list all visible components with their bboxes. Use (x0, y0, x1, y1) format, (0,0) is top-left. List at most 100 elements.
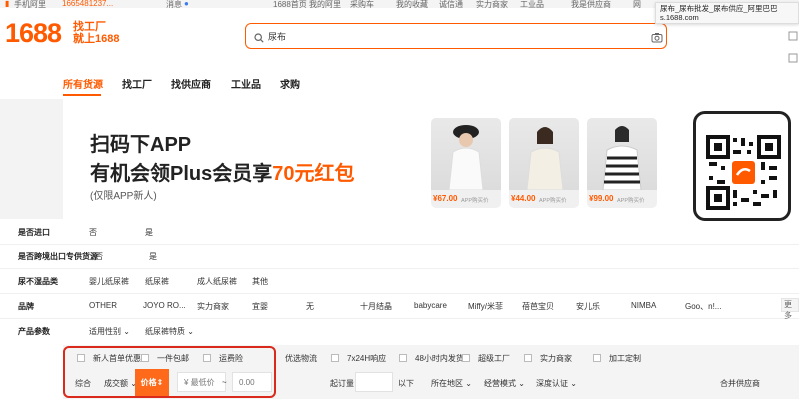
brand-option[interactable]: NIMBA (631, 301, 656, 310)
search-box[interactable] (245, 23, 667, 49)
topbar-messages[interactable]: 消息 (166, 0, 182, 8)
filter-row-brand: 品牌 OTHER JOYO RO... 实力商家 宜婴 无 十月结晶 babyc… (0, 293, 799, 319)
tab-industrial[interactable]: 工业品 (231, 76, 261, 91)
brand-option[interactable]: JOYO RO... (143, 301, 186, 310)
chevron-down-icon: ⌄ (570, 379, 577, 388)
tab-find-supplier[interactable]: 找供应商 (171, 76, 211, 91)
filter-option[interactable]: 是 (149, 251, 157, 262)
highlight-box (63, 346, 276, 398)
slogan: 找工厂 就上1688 (73, 21, 119, 45)
checkbox-custom-processing[interactable]: 加工定制 (593, 353, 641, 364)
slogan-line2: 就上1688 (73, 33, 120, 45)
brand-option[interactable]: 蓓芭宝贝 (522, 301, 554, 312)
filter-option[interactable]: 纸尿裤 (145, 276, 169, 287)
checkbox-icon (462, 354, 470, 362)
filter-option[interactable]: 否 (95, 251, 103, 262)
filter-label: 尿不湿品类 (18, 277, 58, 286)
brand-option[interactable]: 实力商家 (197, 301, 229, 312)
slogan-line1: 找工厂 (73, 21, 106, 33)
mobile-icon[interactable]: ▮ (5, 0, 9, 8)
filter-option[interactable]: 是 (145, 227, 153, 238)
moq-suffix: 以下 (398, 379, 414, 388)
filter-label: 是否跨境出口专供货源 (18, 252, 98, 261)
product-price-tag: APP购买价 (461, 198, 489, 204)
checkbox-super-factory[interactable]: 超级工厂 (462, 353, 510, 364)
product-price: ¥67.00 (433, 194, 458, 203)
filter-label: 品牌 (18, 302, 34, 311)
topbar-chengxintong[interactable]: 诚信通 (439, 0, 463, 8)
business-mode-dropdown[interactable]: 经营模式 ⌄ (484, 378, 525, 389)
product-price: ¥44.00 (511, 194, 536, 203)
camera-search-icon[interactable] (651, 30, 663, 48)
param-dropdown[interactable]: 纸尿裤特质 ⌄ (145, 326, 194, 337)
logo[interactable]: 1688 (5, 18, 62, 49)
checkbox-48h-shipping[interactable]: 48小时内发货 (399, 353, 464, 364)
checkbox-strong-merchant[interactable]: 实力商家 (524, 353, 572, 364)
topbar-site-nav[interactable]: 网 (633, 0, 641, 8)
tab-purchase-request[interactable]: 求购 (280, 76, 300, 91)
param-dropdown[interactable]: 适用性别 ⌄ (89, 326, 130, 337)
category-nav: 所有货源 找工厂 找供应商 工业品 求购 (0, 63, 799, 99)
promo-product-1[interactable]: ¥67.00 APP购买价 (431, 118, 501, 208)
filter-row-cross-border: 是否跨境出口专供货源 否 是 (0, 243, 799, 269)
product-price-tag: APP购买价 (539, 198, 567, 204)
chevron-down-icon: ⌄ (518, 379, 525, 388)
chevron-down-icon: ⌄ (465, 379, 472, 388)
region-dropdown[interactable]: 所在地区 ⌄ (431, 378, 472, 389)
product-image (431, 118, 501, 191)
brand-option[interactable]: 无 (306, 301, 314, 312)
brand-option[interactable]: babycare (414, 301, 447, 310)
merge-supplier-toggle[interactable]: 合并供应商 (720, 378, 760, 389)
filter-row-imported: 是否进口 否 是 (0, 219, 799, 245)
checkbox-preferred-logistics[interactable]: 优选物流 (285, 353, 317, 364)
chevron-down-icon: ⌄ (187, 327, 194, 336)
promo-product-3[interactable]: ¥99.00 APP购买价 (587, 118, 657, 208)
banner-note: (仅限APP新人) (90, 191, 157, 202)
filter-option[interactable]: 婴儿纸尿裤 (89, 276, 129, 287)
search-input[interactable] (268, 28, 638, 44)
topbar-strong-merchants[interactable]: 实力商家 (476, 0, 508, 8)
brand-option[interactable]: 十月结晶 (360, 301, 392, 312)
filter-label: 产品参数 (18, 327, 50, 336)
brand-option[interactable]: 安儿乐 (576, 301, 600, 312)
product-image (587, 118, 657, 191)
topbar-favorites[interactable]: 我的收藏 (396, 0, 428, 8)
certification-dropdown[interactable]: 深度认证 ⌄ (536, 378, 577, 389)
more-brands-button[interactable]: 更多 (781, 298, 799, 320)
topbar-my-alibaba[interactable]: 我的阿里 (309, 0, 341, 8)
banner-headline: 扫码下APP (90, 134, 192, 156)
message-icon[interactable]: ● (184, 0, 189, 8)
product-price-tag: APP购买价 (617, 198, 645, 204)
banner-subheadline: 有机会领Plus会员享70元红包 (90, 163, 355, 185)
tab-find-factory[interactable]: 找工厂 (122, 76, 152, 91)
checkbox-24h-response[interactable]: 7x24H响应 (331, 353, 386, 364)
checkbox-icon (399, 354, 407, 362)
topbar-mobile-alibaba[interactable]: 手机阿里 (14, 0, 46, 8)
product-price: ¥99.00 (589, 194, 614, 203)
active-tab-underline (63, 94, 101, 96)
filter-option[interactable]: 成人纸尿裤 (197, 276, 237, 287)
topbar-user[interactable]: 1665481237... (62, 0, 113, 8)
moq-label: 起订量 (330, 379, 354, 388)
filter-row-diaper-type: 尿不湿品类 婴儿纸尿裤 纸尿裤 成人纸尿裤 其他 (0, 268, 799, 294)
tab-tooltip: 尿布_尿布批发_尿布供应_阿里巴巴 s.1688.com (655, 2, 799, 24)
topbar-cart[interactable]: 采购车 (350, 0, 374, 8)
moq-input[interactable] (355, 372, 393, 392)
brand-option[interactable]: 宜婴 (252, 301, 268, 312)
checkbox-icon (331, 354, 339, 362)
topbar-home[interactable]: 1688首页 (273, 0, 307, 8)
chevron-down-icon: ⌄ (123, 327, 130, 336)
brand-option[interactable]: Goo、n!... (685, 301, 721, 312)
topbar-industrial[interactable]: 工业品 (520, 0, 544, 8)
app-qr-code (706, 135, 781, 210)
filter-option[interactable]: 其他 (252, 276, 268, 287)
topbar-supplier[interactable]: 我是供应商 (571, 0, 611, 8)
brand-option[interactable]: OTHER (89, 301, 117, 310)
search-icon (254, 30, 264, 48)
tooltip-title: 尿布_尿布批发_尿布供应_阿里巴巴 (660, 4, 778, 13)
checkbox-icon (524, 354, 532, 362)
filter-option[interactable]: 否 (89, 227, 97, 238)
brand-option[interactable]: Miffy/米菲 (468, 301, 503, 312)
promo-product-2[interactable]: ¥44.00 APP购买价 (509, 118, 579, 208)
tab-all-sources[interactable]: 所有货源 (63, 76, 103, 91)
